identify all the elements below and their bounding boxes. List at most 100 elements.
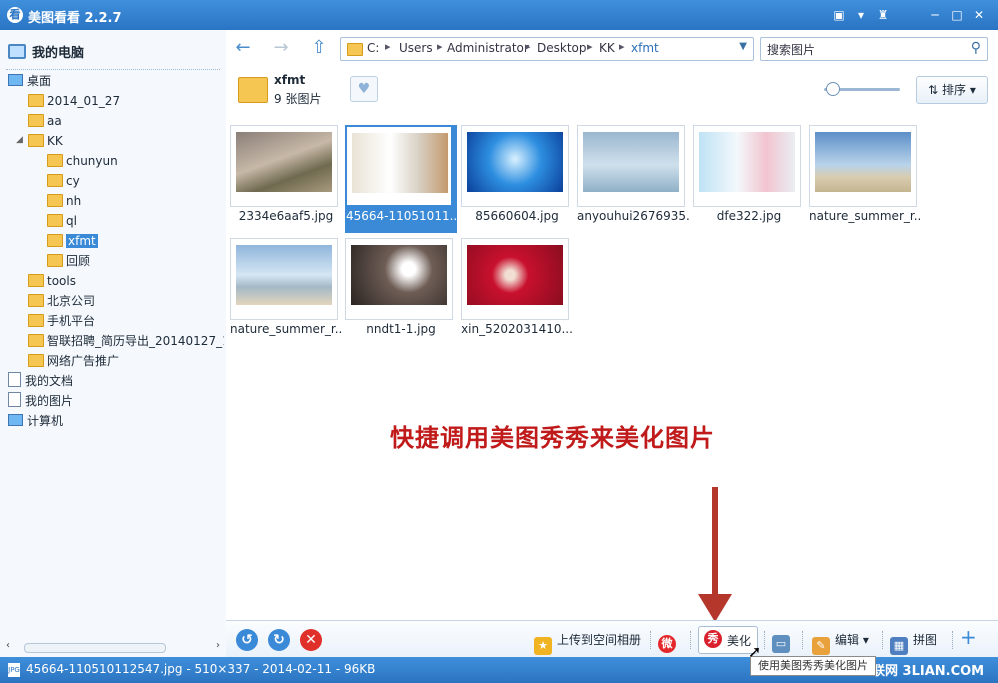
back-arrow-icon[interactable]: ← xyxy=(232,38,254,58)
tree-item-folder[interactable]: aa xyxy=(28,112,62,130)
scrollbar-thumb[interactable] xyxy=(24,643,166,653)
divider xyxy=(764,631,765,649)
rotate-left-icon[interactable]: ↺ xyxy=(236,629,258,651)
thumbnail-item[interactable]: 85660604.jpg xyxy=(461,125,569,233)
add-icon[interactable]: + xyxy=(960,625,977,649)
status-text: 45664-110510112547.jpg - 510×337 - 2014-… xyxy=(26,662,376,676)
thumbnail-item[interactable]: 2334e6aaf5.jpg xyxy=(230,125,338,233)
tree-item-folder[interactable]: 北京公司 xyxy=(28,292,95,310)
search-box[interactable]: 搜索图片 ⚲ xyxy=(760,37,988,61)
jpg-file-icon: JPG xyxy=(8,663,20,677)
thumbnail-item[interactable]: nature_summer_r... xyxy=(230,238,342,346)
rotate-right-icon[interactable]: ↻ xyxy=(268,629,290,651)
thumbnail-item[interactable]: nature_summer_r... xyxy=(809,125,921,233)
chat-icon[interactable]: ▣ xyxy=(830,7,848,23)
thumbnail-item[interactable]: nndt1-1.jpg xyxy=(345,238,453,346)
folder-name: xfmt xyxy=(274,73,306,87)
maximize-icon[interactable]: □ xyxy=(948,7,966,23)
tree-item-folder[interactable]: 回顾 xyxy=(47,252,90,270)
tree-item-desktop[interactable]: 桌面 xyxy=(8,72,51,90)
favorite-heart-icon[interactable]: ♥ xyxy=(350,76,378,102)
tree-item-folder[interactable]: 2014_01_27 xyxy=(28,92,120,110)
thumbnail-item[interactable]: anyouhui2676935... xyxy=(577,125,689,233)
divider xyxy=(802,631,803,649)
pencil-icon: ✎ xyxy=(812,637,830,655)
collage-button[interactable]: ▦ 拼图 xyxy=(890,631,937,655)
thumbnail-item[interactable]: xin_5202031410... xyxy=(461,238,573,346)
tree-item-folder[interactable]: cy xyxy=(47,172,80,190)
annotation-arrow-head xyxy=(698,594,732,622)
close-icon[interactable]: ✕ xyxy=(970,7,988,23)
edit-button[interactable]: ✎ 编辑 ▾ xyxy=(812,631,869,655)
upload-album-button[interactable]: ★ 上传到空间相册 xyxy=(534,631,641,655)
breadcrumb-item[interactable]: C: xyxy=(367,41,379,55)
scroll-left-icon[interactable]: ‹ xyxy=(6,640,10,651)
folder-icon xyxy=(47,234,63,247)
photo-image xyxy=(699,132,795,192)
weibo-share-button[interactable]: 微 xyxy=(658,631,681,653)
folder-icon xyxy=(28,114,44,127)
tree-item-folder[interactable]: tools xyxy=(28,272,76,290)
folder-icon xyxy=(28,134,44,147)
computer-icon xyxy=(8,74,23,86)
tree-item-computer[interactable]: 计算机 xyxy=(8,412,63,430)
xiuxiu-icon: 秀 xyxy=(704,630,722,648)
address-bar[interactable]: C: ▸ Users ▸ Administrator ▸ Desktop ▸ K… xyxy=(340,37,754,61)
sort-button[interactable]: ⇅ 排序 ▾ xyxy=(916,76,988,104)
chevron-down-icon[interactable]: ▼ xyxy=(739,41,747,52)
horizontal-scrollbar[interactable]: ‹ › xyxy=(6,640,220,654)
folder-icon xyxy=(28,294,44,307)
breadcrumb-item-current[interactable]: xfmt xyxy=(631,41,659,55)
watermark: 联网 3LIAN.COM xyxy=(872,664,985,679)
thumbnail-frame xyxy=(577,125,685,207)
mouse-cursor-icon: ➚ xyxy=(748,642,762,661)
folder-icon xyxy=(238,77,268,103)
thumbnail-item-selected[interactable]: 45664-11051011... xyxy=(345,125,457,233)
breadcrumb-item[interactable]: Users xyxy=(399,41,433,55)
search-input[interactable]: 搜索图片 xyxy=(767,41,815,58)
tree-item-folder[interactable]: ql xyxy=(47,212,77,230)
navigation-bar: ← → ⇧ C: ▸ Users ▸ Administrator ▸ Deskt… xyxy=(226,30,998,68)
thumbnail-label: dfe322.jpg xyxy=(716,209,782,223)
tree-item-folder[interactable]: 手机平台 xyxy=(28,312,95,330)
menu-icon[interactable]: ▾ xyxy=(852,7,870,23)
weibo-icon: 微 xyxy=(658,635,676,653)
folder-icon xyxy=(28,274,44,287)
minimize-icon[interactable]: ─ xyxy=(926,7,944,23)
chevron-down-icon: ▾ xyxy=(859,633,869,647)
divider xyxy=(690,631,691,649)
thumbnail-label: nature_summer_r... xyxy=(230,322,342,336)
tree-item-folder[interactable]: chunyun xyxy=(47,152,118,170)
tree-item-folder[interactable]: nh xyxy=(47,192,81,210)
sidebar-header[interactable]: 我的电脑 xyxy=(8,42,84,61)
folder-icon xyxy=(28,314,44,327)
delete-icon[interactable]: ✕ xyxy=(300,629,322,651)
skin-icon[interactable]: ♜ xyxy=(874,7,892,23)
tree-item-folder[interactable]: KK xyxy=(28,132,63,150)
tree-item-documents[interactable]: 我的文档 xyxy=(8,372,73,390)
thumbnail-label: xin_5202031410... xyxy=(461,322,573,336)
chevron-down-icon: ▾ xyxy=(966,83,976,97)
tree-item-folder[interactable]: 网络广告推广 xyxy=(28,352,119,370)
breadcrumb-item[interactable]: Desktop xyxy=(537,41,587,55)
divider xyxy=(650,631,651,649)
slideshow-button[interactable]: ▭ xyxy=(772,631,795,653)
thumbnail-label: 45664-11051011... xyxy=(345,209,457,223)
thumbnail-label: nature_summer_r... xyxy=(809,209,921,223)
up-folder-icon[interactable]: ⇧ xyxy=(308,38,330,58)
forward-arrow-icon[interactable]: → xyxy=(270,38,292,58)
title-bar: 看 美图看看 2.2.7 ▣ ▾ ♜ ─ □ ✕ xyxy=(0,0,998,30)
expand-triangle-icon[interactable]: ◢ xyxy=(16,135,23,145)
photo-image xyxy=(236,245,332,305)
breadcrumb-item[interactable]: Administrator xyxy=(447,41,529,55)
tree-item-folder[interactable]: 智联招聘_简历导出_20140127_1 xyxy=(28,332,224,350)
tree-item-pictures[interactable]: 我的图片 xyxy=(8,392,73,410)
annotation-arrow xyxy=(712,487,718,607)
scroll-right-icon[interactable]: › xyxy=(216,640,220,651)
breadcrumb-item[interactable]: KK xyxy=(599,41,615,55)
search-icon[interactable]: ⚲ xyxy=(971,40,981,56)
tree-item-selected[interactable]: xfmt xyxy=(47,232,98,250)
thumbnail-item[interactable]: dfe322.jpg xyxy=(693,125,801,233)
breadcrumb-separator-icon: ▸ xyxy=(587,40,593,53)
zoom-slider-thumb[interactable] xyxy=(826,82,840,96)
